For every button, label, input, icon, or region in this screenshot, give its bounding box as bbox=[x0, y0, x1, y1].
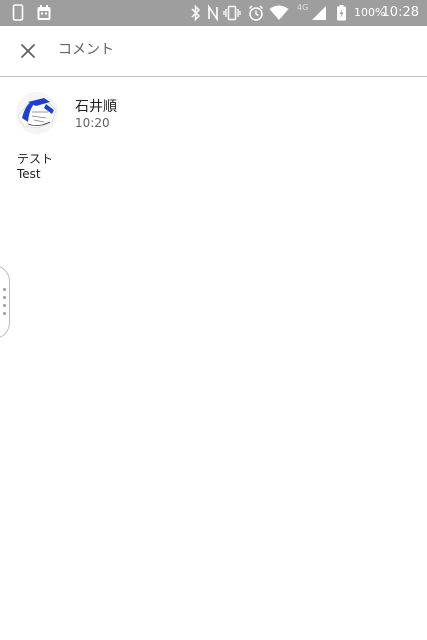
page-title: コメント bbox=[58, 42, 114, 58]
wifi-icon bbox=[269, 4, 289, 22]
network-type-label: 4G bbox=[297, 3, 309, 12]
side-drawer-handle[interactable] bbox=[0, 265, 10, 339]
author-name: 石井順 bbox=[75, 99, 117, 115]
comment-text-line: Test bbox=[17, 167, 41, 181]
bluetooth-icon bbox=[190, 4, 202, 22]
close-button[interactable] bbox=[10, 33, 46, 69]
toolbar: コメント bbox=[0, 26, 427, 77]
status-bar: 4G 100% 10:28 bbox=[0, 0, 427, 26]
avatar[interactable] bbox=[16, 92, 58, 134]
status-time: 10:28 bbox=[381, 5, 419, 20]
signal-icon bbox=[311, 4, 327, 22]
close-icon bbox=[21, 44, 35, 58]
handle-dot bbox=[3, 288, 6, 291]
alarm-icon bbox=[248, 4, 264, 22]
handle-dot bbox=[3, 312, 6, 315]
comment-header: 石井順 10:20 bbox=[0, 77, 427, 149]
comment-body: テスト Test bbox=[17, 152, 397, 182]
handle-dot bbox=[3, 304, 6, 307]
phone-icon bbox=[12, 4, 24, 22]
vibrate-icon bbox=[223, 4, 241, 22]
comment-screen: 4G 100% 10:28 コメント 石井順 10:20 テスト Test bbox=[0, 0, 427, 640]
calendar-icon bbox=[36, 4, 52, 22]
comment-timestamp: 10:20 bbox=[75, 116, 110, 130]
nfc-icon bbox=[207, 4, 219, 22]
handle-dot bbox=[3, 296, 6, 299]
battery-icon bbox=[336, 4, 347, 22]
avatar-image bbox=[16, 92, 58, 134]
comment-text-line: テスト bbox=[17, 152, 54, 166]
